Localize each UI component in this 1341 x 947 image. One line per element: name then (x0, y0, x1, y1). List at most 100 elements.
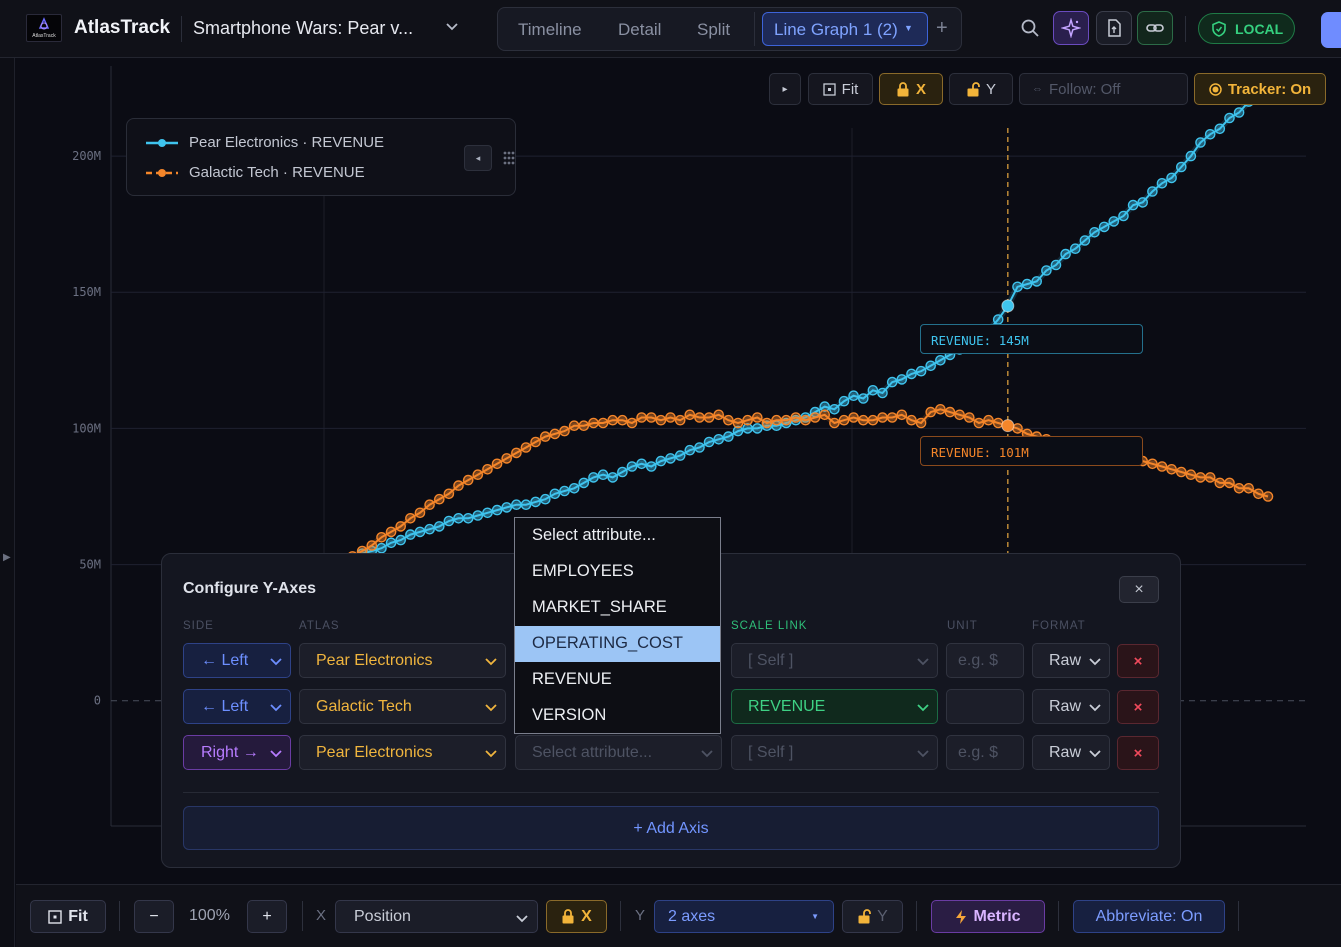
axis-scale-link-select[interactable]: [ Self ] (731, 643, 938, 678)
data-point (819, 409, 831, 421)
zoom-in-button[interactable]: + (247, 900, 287, 933)
chevron-down-icon (516, 915, 528, 923)
axis-scale-link-select[interactable]: [ Self ] (731, 735, 938, 770)
data-point (1147, 458, 1158, 470)
ai-sparkle-button[interactable] (1053, 11, 1089, 45)
dropdown-option[interactable]: REVENUE (515, 662, 720, 698)
axis-unit-input[interactable]: e.g. $ (946, 643, 1024, 678)
chart-fit-button[interactable]: Fit (808, 73, 873, 105)
data-point (674, 414, 686, 426)
tab-timeline[interactable]: Timeline (518, 20, 582, 40)
axis-scale-link-select[interactable]: REVENUE (731, 689, 938, 724)
primary-action-button[interactable] (1321, 12, 1341, 48)
y-tick-label: 50M (79, 558, 101, 572)
delete-axis-button[interactable]: × (1117, 736, 1159, 770)
axis-side-select[interactable]: ← Left (183, 689, 291, 724)
minus-icon: − (149, 907, 159, 925)
data-point (1243, 482, 1254, 494)
x-attribute-select[interactable]: Position (335, 900, 538, 933)
zoom-out-button[interactable]: − (134, 900, 174, 933)
delete-axis-button[interactable]: × (1117, 690, 1159, 724)
y-lock-button[interactable]: Y (949, 73, 1013, 105)
data-point (665, 453, 676, 464)
data-point (829, 417, 840, 429)
share-link-button[interactable] (1137, 11, 1173, 45)
data-point (867, 414, 879, 426)
tab-line-graph-label: Line Graph 1 (2) (774, 20, 898, 39)
chevron-down-icon[interactable] (444, 18, 460, 34)
data-point (1176, 466, 1187, 478)
tracker-toggle[interactable]: Tracker: On (1194, 73, 1326, 105)
axis-format-select[interactable]: Raw (1032, 643, 1110, 678)
chevron-down-icon (485, 750, 497, 758)
axis-atlas-select[interactable]: Pear Electronics (299, 643, 506, 678)
y-axes-select[interactable]: 2 axes ▼ (654, 900, 834, 933)
bottom-y-lock-button[interactable]: Y (842, 900, 903, 933)
data-point (395, 521, 407, 532)
data-point (405, 529, 416, 540)
search-button[interactable] (1012, 11, 1048, 45)
axis-attribute-select[interactable]: Select attribute... (515, 735, 722, 770)
axis-format-select[interactable]: Raw (1032, 689, 1110, 724)
sparkle-icon (1061, 18, 1081, 38)
axis-scale-link-value: [ Self ] (748, 744, 794, 761)
bottom-divider (1058, 901, 1059, 931)
data-point (752, 423, 763, 434)
axis-atlas-select[interactable]: Galactic Tech (299, 689, 506, 724)
lock-icon (562, 909, 574, 924)
axis-side-select[interactable]: ← Left (183, 643, 291, 678)
dropdown-option[interactable]: EMPLOYEES (515, 554, 720, 590)
legend-item-pear[interactable]: Pear Electronics · REVENUE (145, 134, 384, 151)
x-lock-button[interactable]: X (879, 73, 943, 105)
add-axis-button[interactable]: + Add Axis (183, 806, 1159, 850)
axis-unit-placeholder: e.g. $ (958, 744, 999, 761)
add-tab-button[interactable]: + (936, 17, 948, 40)
data-point (424, 499, 435, 511)
abbreviate-toggle[interactable]: Abbreviate: On (1073, 900, 1225, 933)
legend-item-galactic[interactable]: Galactic Tech · REVENUE (145, 164, 365, 181)
dropdown-option[interactable]: VERSION (515, 698, 720, 734)
bottom-divider (620, 901, 621, 931)
dropdown-option-highlighted[interactable]: OPERATING_COST (515, 626, 720, 662)
data-point (790, 412, 802, 423)
bottom-fit-button[interactable]: Fit (30, 900, 106, 933)
drag-handle-icon[interactable] (503, 151, 515, 165)
data-point (1214, 477, 1226, 489)
axis-attribute-value: Select attribute... (532, 744, 653, 761)
metric-button[interactable]: Metric (931, 900, 1045, 933)
document-title[interactable]: Smartphone Wars: Pear v... (193, 18, 413, 39)
play-button[interactable]: ▸ (769, 73, 801, 105)
data-point (896, 374, 908, 385)
data-point (1166, 172, 1177, 184)
unlock-icon (967, 81, 980, 96)
legend-collapse-button[interactable]: ◂ (464, 145, 492, 171)
axis-atlas-select[interactable]: Pear Electronics (299, 735, 506, 770)
export-button[interactable] (1096, 11, 1132, 45)
axis-side-select[interactable]: Right → (183, 735, 291, 770)
dropdown-option[interactable]: Select attribute... (515, 518, 720, 554)
axis-unit-input[interactable] (946, 689, 1024, 724)
app-logo[interactable]: AtlasTrack (26, 14, 62, 42)
data-point (886, 412, 898, 423)
data-point (597, 417, 609, 429)
dialog-close-button[interactable]: × (1119, 576, 1159, 603)
left-panel-gutter[interactable]: ▶ (0, 58, 15, 947)
data-point (1166, 463, 1177, 475)
delete-axis-button[interactable]: × (1117, 644, 1159, 678)
expand-panel-icon[interactable]: ▶ (3, 552, 11, 563)
tab-line-graph[interactable]: Line Graph 1 (2) ▼ (762, 12, 928, 46)
view-tabs: Timeline Detail Split Line Graph 1 (2) ▼… (497, 7, 962, 51)
follow-toggle[interactable]: ⇔ Follow: Off (1019, 73, 1188, 105)
data-point (1224, 112, 1235, 124)
axis-unit-input[interactable]: e.g. $ (946, 735, 1024, 770)
bottom-x-lock-button[interactable]: X (546, 900, 607, 933)
chart-legend[interactable]: Pear Electronics · REVENUE Galactic Tech… (126, 118, 516, 196)
chevron-down-icon (1088, 654, 1102, 668)
tab-split[interactable]: Split (697, 20, 730, 40)
unlock-icon (858, 909, 872, 924)
data-point (424, 523, 435, 535)
dropdown-option[interactable]: MARKET_SHARE (515, 590, 720, 626)
tab-detail[interactable]: Detail (618, 20, 661, 40)
data-point (703, 412, 715, 423)
axis-format-select[interactable]: Raw (1032, 735, 1110, 770)
